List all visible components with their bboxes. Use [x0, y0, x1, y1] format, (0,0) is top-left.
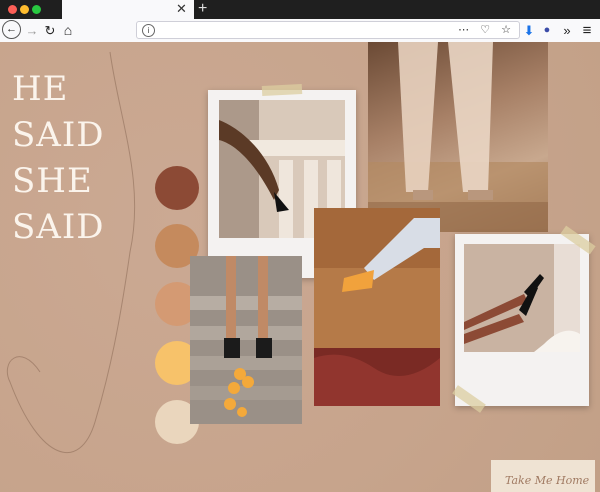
title-line: SAID — [12, 207, 105, 247]
download-icon[interactable]: ⬇ — [522, 19, 536, 42]
window-minimize-button[interactable] — [20, 5, 29, 14]
color-swatch — [155, 166, 199, 210]
tab-close-icon[interactable]: ✕ — [176, 1, 187, 17]
photo-velvet-sofa — [314, 208, 440, 406]
polaroid-heels — [455, 234, 589, 406]
title-line: HE — [12, 69, 69, 109]
browser-toolbar: ← → ↻ ⌂ i ⋯ ♡ ☆ ⬇ ● » ≡ — [0, 19, 600, 43]
browser-title-bar: ✕ + — [0, 0, 600, 19]
forward-icon[interactable]: → — [24, 19, 40, 42]
account-icon[interactable]: ● — [540, 19, 554, 42]
footer-tag-text: Take Me Home — [505, 474, 590, 487]
browser-tab[interactable] — [62, 0, 194, 19]
url-bar[interactable]: i ⋯ ♡ ☆ — [136, 21, 520, 39]
url-actions[interactable]: ⋯ ♡ ☆ — [458, 22, 515, 38]
site-info-icon[interactable]: i — [142, 24, 155, 37]
back-icon[interactable]: ← — [2, 20, 21, 39]
photo-pants-legs — [368, 42, 548, 232]
window-close-button[interactable] — [8, 5, 17, 14]
new-tab-button[interactable]: + — [198, 0, 207, 18]
title-line: SAID — [12, 115, 105, 155]
moodboard-page: HE SAID SHE SAID Take Me Home — [0, 42, 600, 492]
overflow-icon[interactable]: » — [560, 19, 574, 42]
window-maximize-button[interactable] — [32, 5, 41, 14]
home-icon[interactable]: ⌂ — [60, 19, 76, 42]
reload-icon[interactable]: ↻ — [42, 19, 58, 42]
decorative-tape — [261, 83, 303, 97]
menu-icon[interactable]: ≡ — [580, 19, 594, 42]
title-line: SHE — [12, 161, 93, 201]
photo-stairs-oranges — [190, 256, 302, 424]
page-title: HE SAID SHE SAID — [12, 66, 105, 250]
photo-heels — [464, 244, 580, 352]
